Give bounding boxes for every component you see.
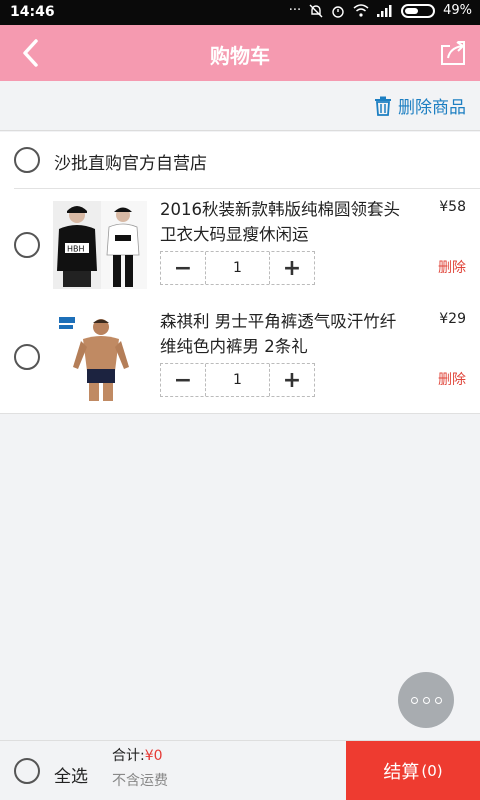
more-dots-icon: ···	[288, 3, 302, 18]
decrease-quantity-button[interactable]: −	[161, 252, 205, 284]
quantity-value[interactable]: 1	[205, 252, 270, 284]
store-row: 沙批直购官方自营店	[0, 132, 480, 188]
select-all-checkbox[interactable]	[14, 758, 40, 784]
product-price: ¥58	[439, 199, 466, 215]
app-header: 购物车	[0, 25, 480, 81]
checkout-bar: 全选 合计:¥0 不含运费 结算 (0)	[0, 740, 480, 800]
product-image[interactable]: HBH	[53, 201, 147, 289]
decrease-quantity-button[interactable]: −	[161, 364, 205, 396]
checkout-count: (0)	[421, 762, 443, 780]
alarm-icon	[332, 5, 344, 18]
product-title[interactable]: 森祺利 男士平角裤透气吸汗竹纤维纯色内裤男 2条礼	[160, 309, 400, 359]
svg-text:HBH: HBH	[67, 245, 85, 254]
dot-icon	[410, 696, 418, 704]
notification-muted-icon	[309, 4, 323, 17]
delete-item-button[interactable]: 删除	[438, 257, 466, 277]
cart-item: 森祺利 男士平角裤透气吸汗竹纤维纯色内裤男 2条礼 ¥29 − 1 + 删除	[0, 301, 480, 413]
product-image[interactable]	[53, 313, 147, 401]
page-title: 购物车	[210, 44, 270, 68]
underwear-model-image	[53, 313, 147, 401]
dot-icon	[422, 696, 430, 704]
signal-icon	[377, 4, 392, 17]
delete-goods-button[interactable]: 删除商品	[374, 93, 466, 118]
store-cart-card: 沙批直购官方自营店 HBH 2016秋装新款韩版纯棉圆领套头卫衣大码显瘦休闲运 …	[0, 132, 480, 414]
product-title[interactable]: 2016秋装新款韩版纯棉圆领套头卫衣大码显瘦休闲运	[160, 197, 400, 247]
delete-goods-label: 删除商品	[398, 98, 466, 118]
total-price: 合计:¥0	[112, 745, 163, 765]
status-icons: ··· 49%	[289, 3, 472, 18]
checkout-label: 结算	[383, 762, 420, 783]
freight-note: 不含运费	[112, 773, 168, 789]
item-select-checkbox[interactable]	[14, 344, 40, 370]
share-icon[interactable]	[438, 38, 468, 68]
battery-level: 49%	[443, 3, 472, 18]
cart-item: HBH 2016秋装新款韩版纯棉圆领套头卫衣大码显瘦休闲运 ¥58 − 1 + …	[0, 189, 480, 301]
trash-icon	[375, 96, 391, 116]
quantity-stepper: − 1 +	[160, 363, 315, 397]
store-select-checkbox[interactable]	[14, 147, 40, 173]
select-all-label[interactable]: 全选	[54, 762, 88, 787]
total-label: 合计:	[112, 748, 145, 764]
quantity-stepper: − 1 +	[160, 251, 315, 285]
status-bar: 14:46 ··· 49%	[0, 0, 480, 25]
status-time: 14:46	[10, 4, 55, 20]
quantity-value[interactable]: 1	[205, 364, 270, 396]
store-name[interactable]: 沙批直购官方自营店	[54, 149, 207, 174]
dot-icon	[434, 696, 442, 704]
delete-item-button[interactable]: 删除	[438, 369, 466, 389]
total-amount: ¥0	[144, 748, 163, 764]
increase-quantity-button[interactable]: +	[270, 364, 314, 396]
item-select-checkbox[interactable]	[14, 232, 40, 258]
battery-icon	[401, 3, 436, 18]
increase-quantity-button[interactable]: +	[270, 252, 314, 284]
checkout-button[interactable]: 结算 (0)	[346, 741, 480, 800]
product-price: ¥29	[439, 311, 466, 327]
wifi-icon	[353, 4, 369, 17]
more-options-button[interactable]	[398, 672, 454, 728]
hoodie-outfit-image: HBH	[53, 201, 147, 289]
cart-toolbar: 删除商品	[0, 81, 480, 131]
